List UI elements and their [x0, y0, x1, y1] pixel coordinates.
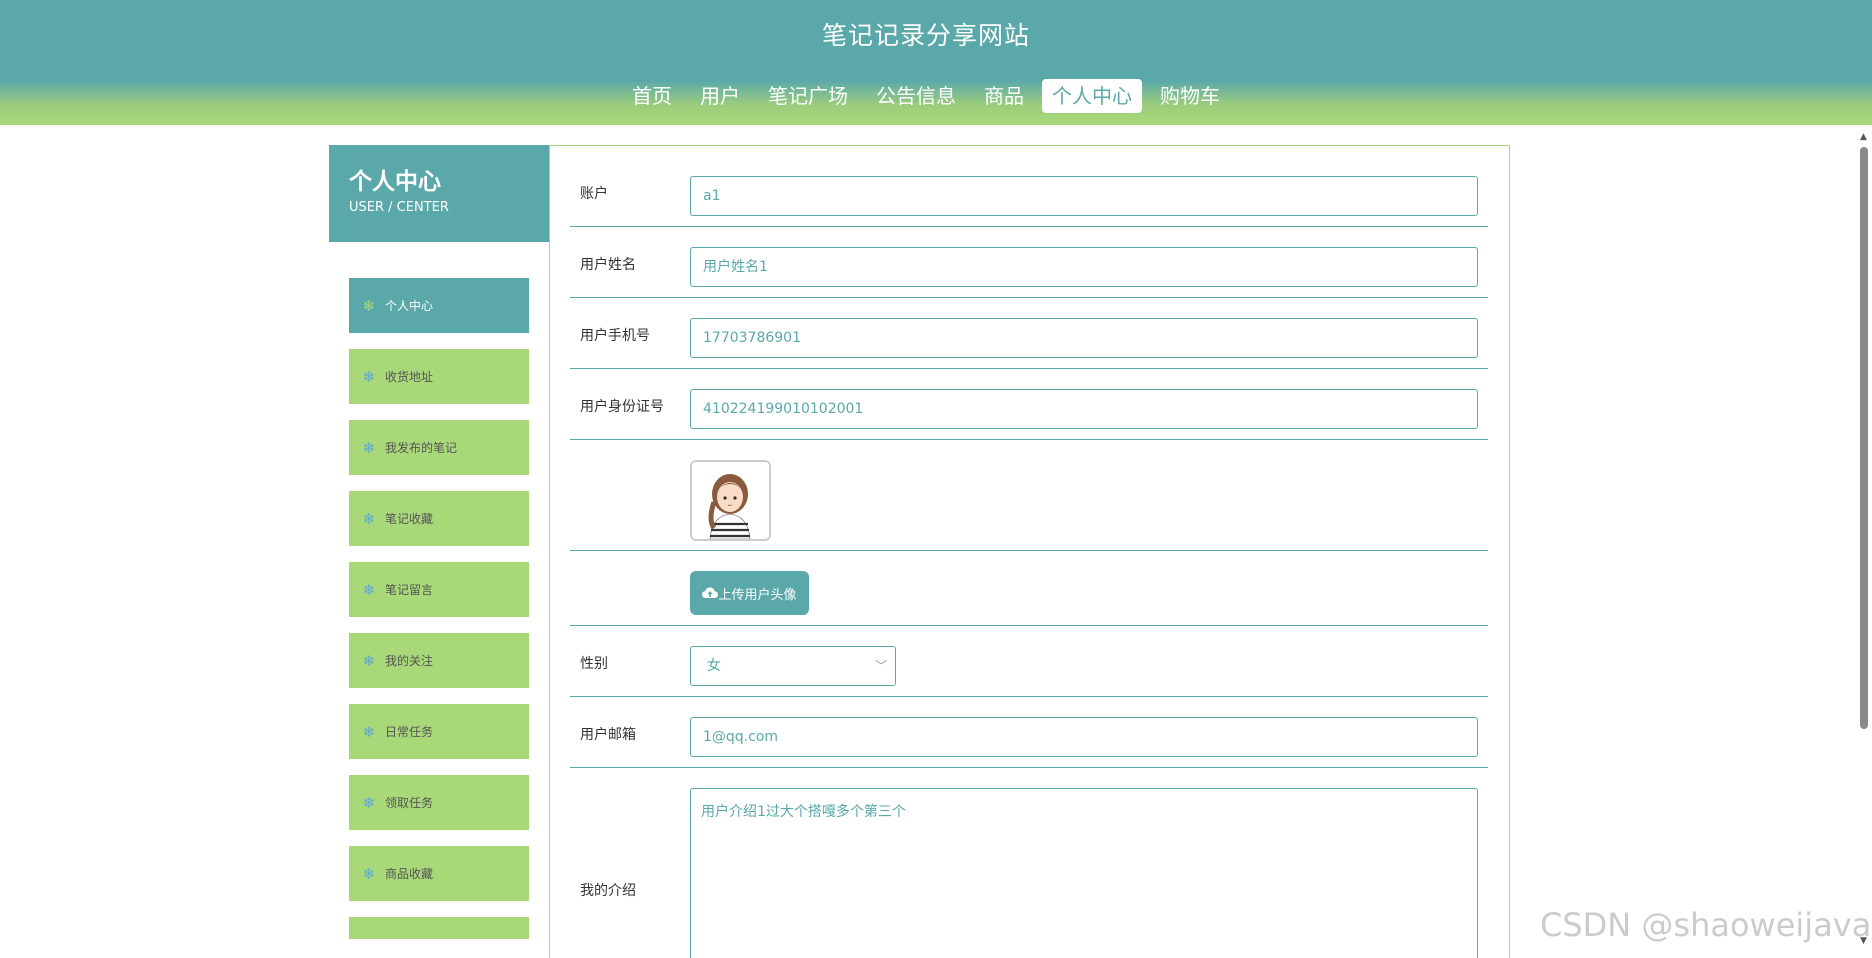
avatar-illustration	[692, 462, 769, 539]
snowflake-icon: ❄	[362, 438, 376, 457]
sidebar-item-claim-tasks[interactable]: ❄ 领取任务	[349, 775, 529, 830]
form-row-intro: 我的介绍 用户介绍1过大个搭嘎多个第三个	[570, 768, 1488, 958]
sidebar-header: 个人中心 USER / CENTER	[329, 145, 549, 242]
nav-announcements[interactable]: 公告信息	[866, 79, 966, 113]
sidebar-item-label: 领取任务	[385, 796, 434, 810]
chevron-down-icon: ﹀	[874, 659, 887, 673]
sidebar-item-label: 我的关注	[385, 654, 434, 668]
sidebar-title: 个人中心	[349, 169, 441, 195]
sidebar-item-product-favorites[interactable]: ❄ 商品收藏	[349, 846, 529, 901]
snowflake-icon: ❄	[362, 509, 376, 528]
scroll-up-icon[interactable]: ▲	[1860, 132, 1867, 142]
sidebar-item-following[interactable]: ❄ 我的关注	[349, 633, 529, 688]
snowflake-icon: ❄	[362, 296, 376, 315]
snowflake-icon: ❄	[362, 367, 376, 386]
name-input[interactable]: 用户姓名1	[690, 247, 1478, 287]
snowflake-icon: ❄	[362, 864, 376, 883]
snowflake-icon: ❄	[362, 793, 376, 812]
sidebar-item-more[interactable]	[349, 917, 529, 939]
sidebar-item-label: 笔记收藏	[385, 512, 434, 526]
sidebar-item-label: 收货地址	[385, 370, 434, 384]
scroll-thumb[interactable]	[1860, 147, 1868, 729]
email-label: 用户邮箱	[580, 727, 636, 743]
intro-textarea[interactable]: 用户介绍1过大个搭嘎多个第三个	[690, 788, 1478, 958]
site-title: 笔记记录分享网站	[821, 21, 1030, 50]
sidebar-item-label: 我发布的笔记	[385, 441, 458, 455]
nav-home[interactable]: 首页	[622, 79, 682, 113]
sidebar-item-label: 笔记留言	[385, 583, 434, 597]
site-header: 笔记记录分享网站 首页 用户 笔记广场 公告信息 商品 个人中心 购物车	[0, 0, 1872, 125]
upload-button-label: 上传用户头像	[718, 587, 797, 603]
form-row-upload: 上传用户头像	[570, 551, 1488, 626]
sidebar-item-note-comments[interactable]: ❄ 笔记留言	[349, 562, 529, 617]
intro-label: 我的介绍	[580, 883, 636, 899]
upload-avatar-button[interactable]: 上传用户头像	[690, 571, 809, 615]
user-avatar[interactable]	[690, 460, 771, 541]
snowflake-icon: ❄	[362, 722, 376, 741]
sidebar-item-my-notes[interactable]: ❄ 我发布的笔记	[349, 420, 529, 475]
form-row-avatar	[570, 440, 1488, 551]
sidebar-item-daily-tasks[interactable]: ❄ 日常任务	[349, 704, 529, 759]
watermark: CSDN @shaoweijava	[1540, 906, 1872, 944]
idcard-label: 用户身份证号	[580, 399, 664, 415]
sidebar-item-label: 商品收藏	[385, 867, 434, 881]
gender-selected-value: 女	[707, 658, 721, 674]
phone-label: 用户手机号	[580, 328, 650, 344]
cloud-upload-icon	[702, 587, 719, 598]
sidebar-subtitle: USER / CENTER	[349, 200, 449, 215]
name-label: 用户姓名	[580, 257, 636, 273]
sidebar-item-label: 日常任务	[385, 725, 434, 739]
nav-personal-center[interactable]: 个人中心	[1042, 79, 1142, 113]
form-row-idcard: 用户身份证号 410224199010102001	[570, 369, 1488, 440]
nav-cart[interactable]: 购物车	[1150, 79, 1230, 113]
nav-products[interactable]: 商品	[974, 79, 1034, 113]
form-row-email: 用户邮箱 1@qq.com	[570, 697, 1488, 768]
gender-label: 性别	[580, 656, 608, 672]
email-input[interactable]: 1@qq.com	[690, 717, 1478, 757]
sidebar-item-personal-center[interactable]: ❄ 个人中心	[349, 278, 529, 333]
nav-notes-square[interactable]: 笔记广场	[758, 79, 858, 113]
form-row-name: 用户姓名 用户姓名1	[570, 227, 1488, 298]
form-row-phone: 用户手机号 17703786901	[570, 298, 1488, 369]
phone-input[interactable]: 17703786901	[690, 318, 1478, 358]
form-row-account: 账户 a1	[570, 146, 1488, 227]
account-label: 账户	[580, 186, 608, 202]
idcard-input[interactable]: 410224199010102001	[690, 389, 1478, 429]
main-nav: 首页 用户 笔记广场 公告信息 商品 个人中心 购物车	[0, 79, 1852, 113]
gender-select[interactable]: 女 ﹀	[690, 646, 896, 686]
snowflake-icon: ❄	[362, 651, 376, 670]
form-row-gender: 性别 女 ﹀	[570, 626, 1488, 697]
nav-users[interactable]: 用户	[690, 79, 750, 113]
sidebar-item-note-favorites[interactable]: ❄ 笔记收藏	[349, 491, 529, 546]
page-scrollbar[interactable]: ▲ ▼	[1856, 130, 1872, 958]
profile-form-panel: 账户 a1 用户姓名 用户姓名1 用户手机号 17703786901 用户身份证…	[549, 145, 1510, 958]
snowflake-icon: ❄	[362, 580, 376, 599]
sidebar-item-address[interactable]: ❄ 收货地址	[349, 349, 529, 404]
sidebar-item-label: 个人中心	[385, 299, 434, 313]
account-input[interactable]: a1	[690, 176, 1478, 216]
